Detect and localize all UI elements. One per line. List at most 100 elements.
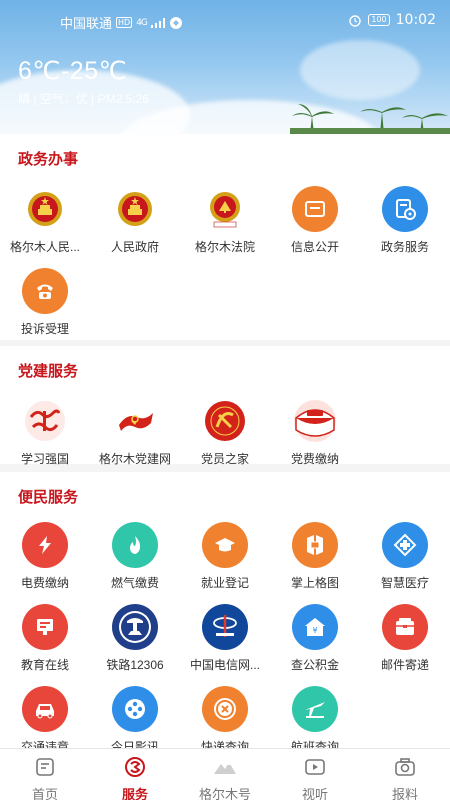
express-icon <box>202 686 248 732</box>
service-nav-icon <box>125 757 145 777</box>
section-title: 便民服务 <box>18 489 79 506</box>
national-emblem-icon <box>22 186 68 232</box>
service-item-label: 就业登记 <box>200 576 249 590</box>
service-item-party-home[interactable]: 党员之家 <box>180 398 270 467</box>
mountain-icon <box>214 762 236 774</box>
header-banner: 中国联通 HD 4G 100 10:02 6℃-25℃ 晴 | 空气：优 | P… <box>0 0 450 134</box>
camera-icon <box>395 758 415 776</box>
service-item-label: 掌上格图 <box>290 576 339 590</box>
railway-icon <box>112 604 158 650</box>
service-item-info-public[interactable]: 信息公开 <box>270 186 360 255</box>
phone-icon <box>22 268 68 314</box>
party-emblem-icon <box>202 398 248 444</box>
nav-service[interactable]: 服务 <box>90 749 180 800</box>
service-item-label: 邮件寄递 <box>380 658 429 672</box>
service-item-flight[interactable]: 航班查询 <box>270 686 360 755</box>
service-item-label: 信息公开 <box>290 240 339 254</box>
service-item-gov-people[interactable]: 格尔木人民... <box>0 186 90 255</box>
medical-icon <box>382 522 428 568</box>
service-item-gov[interactable]: 人民政府 <box>90 186 180 255</box>
service-item-express[interactable]: 快递查询 <box>180 686 270 755</box>
signal-icon: 4G <box>136 17 148 28</box>
court-emblem-icon <box>202 186 248 232</box>
service-item-label: 教育在线 <box>20 658 69 672</box>
service-item-education[interactable]: 教育在线 <box>0 604 90 673</box>
palm-trees-icon <box>290 104 450 134</box>
service-item-library[interactable]: 掌上格图 <box>270 522 360 591</box>
nav-golmud-account[interactable]: 格尔木号 <box>180 749 270 800</box>
weather-temperature: 6℃-25℃ <box>18 57 128 85</box>
battery-icon: 100 <box>368 14 390 26</box>
service-item-label: 格尔木人民... <box>9 240 80 254</box>
national-emblem-icon <box>112 186 158 232</box>
weather-description: 晴 | 空气：优 | PM2.5:26 <box>18 92 149 106</box>
home-icon <box>36 758 54 776</box>
service-item-label: 党费缴纳 <box>290 452 339 466</box>
service-item-traffic[interactable]: 交通违章 <box>0 686 90 755</box>
mail-icon <box>382 604 428 650</box>
nav-label: 视听 <box>301 787 328 800</box>
section-convenience: 便民服务 电费缴纳 燃气缴费 就业登记 掌上格图 智慧医疗 教育在线 铁路123… <box>0 472 450 754</box>
education-icon <box>22 604 68 650</box>
flame-icon <box>112 522 158 568</box>
info-icon <box>292 186 338 232</box>
service-item-employment[interactable]: 就业登记 <box>180 522 270 591</box>
service-item-mail[interactable]: 邮件寄递 <box>360 604 450 673</box>
service-item-label: 燃气缴费 <box>110 576 159 590</box>
service-item-complaint[interactable]: 投诉受理 <box>0 268 90 337</box>
service-icon <box>382 186 428 232</box>
alarm-icon <box>349 15 362 27</box>
lightning-icon <box>22 522 68 568</box>
svg-text:¥: ¥ <box>312 626 317 635</box>
service-item-gas[interactable]: 燃气缴费 <box>90 522 180 591</box>
section-title: 政务办事 <box>18 151 79 168</box>
section-title: 党建服务 <box>18 363 79 380</box>
service-item-label: 查公积金 <box>290 658 339 672</box>
service-item-medical[interactable]: 智慧医疗 <box>360 522 450 591</box>
service-item-gov-service[interactable]: 政务服务 <box>360 186 450 255</box>
nav-label: 报料 <box>391 787 418 800</box>
service-item-label: 投诉受理 <box>20 322 69 336</box>
nav-label: 格尔木号 <box>198 787 251 800</box>
nav-report[interactable]: 报料 <box>360 749 450 800</box>
service-item-label: 政务服务 <box>380 240 429 254</box>
clock: 10:02 <box>395 12 436 28</box>
service-item-label: 电费缴纳 <box>20 576 69 590</box>
service-item-label: 学习强国 <box>20 452 69 466</box>
nav-label: 首页 <box>31 787 58 800</box>
party-fee-icon <box>292 398 338 444</box>
service-item-xuexi[interactable]: 学习强国 <box>0 398 90 467</box>
film-icon <box>112 686 158 732</box>
housing-fund-icon: ¥ <box>292 604 338 650</box>
graduation-cap-icon <box>202 522 248 568</box>
service-item-railway[interactable]: 铁路12306 <box>90 604 180 673</box>
section-government-affairs: 政务办事 格尔木人民... 人民政府 格尔木法院 信息公开 政务服务 投诉受理 <box>0 134 450 340</box>
nav-home[interactable]: 首页 <box>0 749 90 800</box>
nav-video[interactable]: 视听 <box>270 749 360 800</box>
status-bar: 中国联通 HD 4G 100 10:02 <box>0 0 450 40</box>
video-icon <box>305 759 325 775</box>
app-notification-icon <box>169 16 182 29</box>
telecom-icon <box>202 604 248 650</box>
service-item-electricity[interactable]: 电费缴纳 <box>0 522 90 591</box>
service-item-label: 铁路12306 <box>106 658 164 672</box>
service-item-label: 党员之家 <box>200 452 249 466</box>
bottom-navigation: 首页 服务 格尔木号 视听 报料 <box>0 748 450 800</box>
service-item-court[interactable]: 格尔木法院 <box>180 186 270 255</box>
service-item-party-web[interactable]: 格尔木党建网 <box>90 398 180 467</box>
hd-badge: HD <box>116 17 133 28</box>
service-item-party-fee[interactable]: 党费缴纳 <box>270 398 360 467</box>
carrier-name: 中国联通 <box>60 17 113 32</box>
service-item-housing-fund[interactable]: ¥ 查公积金 <box>270 604 360 673</box>
service-item-label: 格尔木法院 <box>194 240 255 254</box>
library-icon <box>292 522 338 568</box>
section-party-building: 党建服务 学习强国 格尔木党建网 党员之家 党费缴纳 <box>0 346 450 467</box>
service-item-telecom[interactable]: 中国电信网... <box>180 604 270 673</box>
plane-icon <box>292 686 338 732</box>
signal-bars-icon <box>150 17 165 28</box>
service-item-label: 中国电信网... <box>189 658 260 672</box>
car-icon <box>22 686 68 732</box>
service-item-label: 智慧医疗 <box>380 576 429 590</box>
service-item-label: 格尔木党建网 <box>98 452 171 466</box>
service-item-film[interactable]: 今日影讯 <box>90 686 180 755</box>
